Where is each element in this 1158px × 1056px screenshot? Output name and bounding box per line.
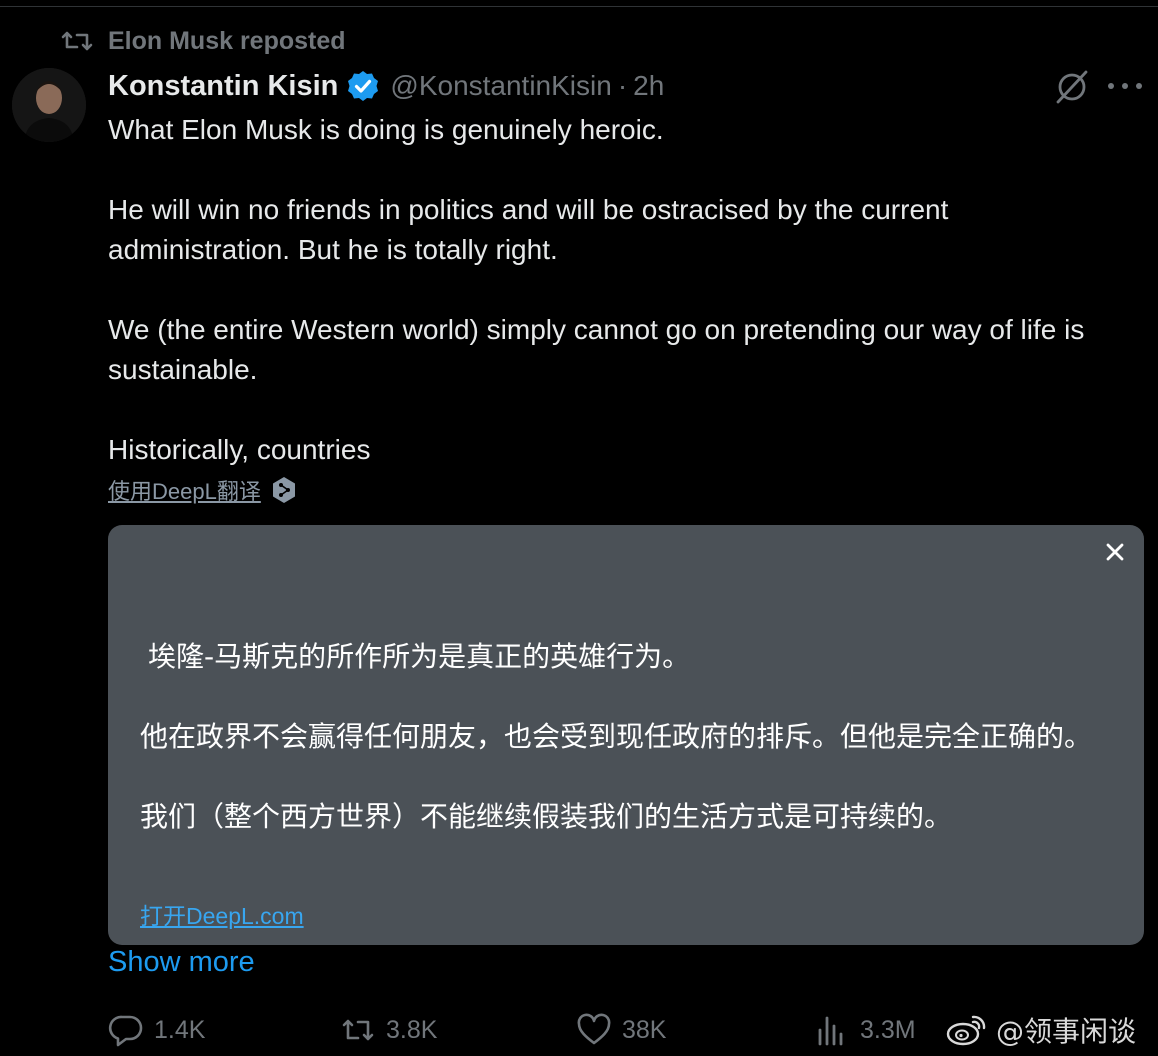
repost-icon — [61, 31, 93, 51]
tweet-paragraph: We (the entire Western world) simply can… — [108, 314, 1085, 385]
show-more-link[interactable]: Show more — [108, 946, 255, 979]
more-icon[interactable] — [1108, 72, 1142, 100]
deepl-translate-label[interactable]: 使用DeepL翻译 — [108, 474, 261, 506]
translation-text: 埃隆-马斯克的所作所为是真正的英雄行为。 他在政界不会赢得任何朋友，也会受到现任… — [140, 637, 1120, 877]
views-icon — [818, 1016, 843, 1046]
translation-paragraph: 他在政界不会赢得任何朋友，也会受到现任政府的排斥。但他是完全正确的。 — [140, 720, 1093, 753]
tweet-paragraph: He will win no friends in politics and w… — [108, 194, 949, 265]
close-icon[interactable] — [1104, 541, 1126, 563]
reply-button[interactable]: 1.4K — [108, 1008, 205, 1052]
reply-count: 1.4K — [154, 1015, 206, 1044]
like-button[interactable]: 38K — [576, 1008, 666, 1052]
repost-button[interactable]: 3.8K — [340, 1008, 437, 1052]
repost-label: Elon Musk reposted — [108, 26, 346, 55]
repost-context[interactable]: Elon Musk reposted — [60, 26, 346, 56]
tweet-paragraph: Historically, countries — [108, 434, 371, 465]
top-divider — [0, 6, 1158, 7]
views-button[interactable]: 3.3M — [814, 1008, 916, 1052]
weibo-icon — [946, 1015, 986, 1046]
open-deepl-link[interactable]: 打开DeepL.com — [140, 897, 304, 931]
translation-paragraph: 我们（整个西方世界）不能继续假装我们的生活方式是可持续的。 — [140, 800, 953, 833]
reply-icon — [108, 1015, 143, 1047]
deepl-icon — [272, 477, 295, 503]
watermark-text: @领事闲谈 — [996, 1015, 1137, 1048]
like-count: 38K — [622, 1015, 667, 1044]
tweet-text: What Elon Musk is doing is genuinely her… — [108, 110, 1118, 470]
like-icon — [577, 1013, 611, 1045]
repost-icon — [342, 1019, 374, 1041]
repost-count: 3.8K — [386, 1015, 438, 1044]
grok-icon[interactable] — [1052, 66, 1092, 106]
avatar-image — [12, 68, 86, 142]
avatar[interactable] — [12, 68, 86, 142]
timestamp[interactable]: 2h — [633, 70, 664, 102]
separator-dot: · — [617, 70, 628, 101]
verified-badge-icon — [348, 71, 379, 101]
weibo-watermark: @领事闲谈 — [946, 1010, 1136, 1050]
tweet-header: Konstantin Kisin @KonstantinKisin · 2h — [108, 66, 664, 106]
tweet-paragraph: What Elon Musk is doing is genuinely her… — [108, 114, 664, 145]
deepl-translation-card: 埃隆-马斯克的所作所为是真正的英雄行为。 他在政界不会赢得任何朋友，也会受到现任… — [108, 525, 1144, 945]
author-handle[interactable]: @KonstantinKisin — [390, 70, 611, 102]
deepl-translate-link[interactable]: 使用DeepL翻译 — [108, 474, 297, 506]
views-count: 3.3M — [860, 1015, 916, 1044]
author-display-name[interactable]: Konstantin Kisin — [108, 70, 338, 103]
translation-paragraph: 埃隆-马斯克的所作所为是真正的英雄行为。 — [148, 640, 691, 673]
